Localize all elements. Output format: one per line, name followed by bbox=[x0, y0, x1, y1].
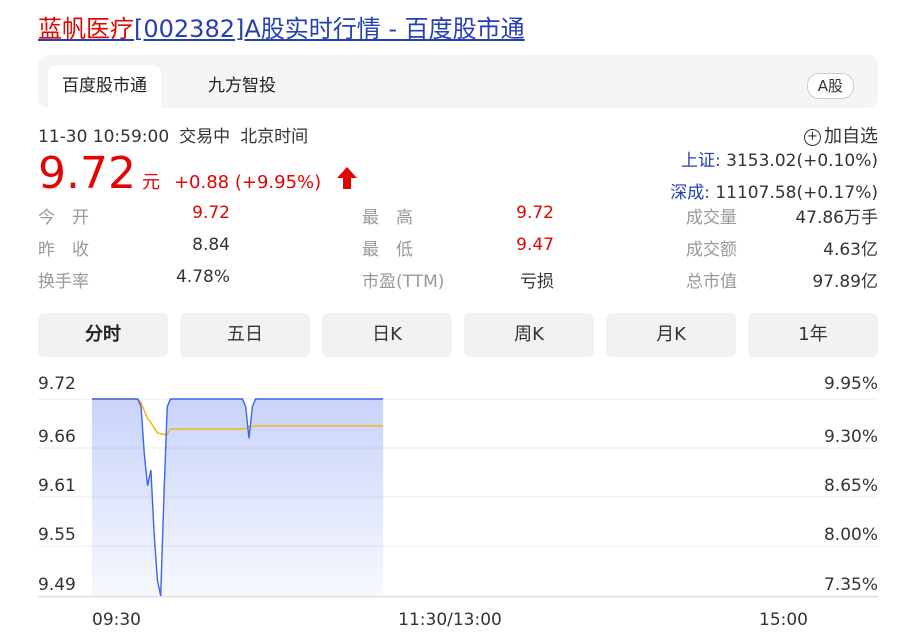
quote-datetime: 11-30 10:59:00 bbox=[38, 127, 170, 147]
intraday-chart[interactable]: 9.72 9.95% 9.66 9.30% 9.61 8.65% 9.55 8.00% 9.49… bbox=[0, 362, 916, 643]
y-tick-label-right: 8.00% bbox=[824, 525, 878, 545]
index-shenzhen-label: 深成: bbox=[670, 183, 710, 203]
stat-value: 9.72 bbox=[192, 203, 230, 223]
current-price: 9.72 bbox=[38, 148, 136, 199]
y-tick-label-left: 9.72 bbox=[38, 374, 76, 394]
tab-jiufang-zhitou[interactable]: 九方智投 bbox=[194, 65, 290, 108]
price-unit: 元 bbox=[141, 172, 160, 193]
y-tick-label-left: 9.66 bbox=[38, 427, 76, 447]
plus-circle-icon: + bbox=[804, 129, 821, 146]
y-tick-label-right: 7.35% bbox=[824, 575, 878, 595]
stat-value: 8.84 bbox=[192, 235, 230, 255]
x-tick-label: 15:00 bbox=[759, 610, 808, 630]
period-tab[interactable]: 1年 bbox=[748, 313, 878, 357]
stat-value: 4.63亿 bbox=[823, 240, 878, 260]
index-shenzhen[interactable]: 深成: 11107.58(+0.17%) bbox=[670, 178, 878, 203]
period-tab[interactable]: 日K bbox=[322, 313, 452, 357]
stat-value: 9.72 bbox=[516, 203, 554, 223]
y-tick-label-left: 9.55 bbox=[38, 525, 76, 545]
page-title-link[interactable]: 蓝帆医疗[002382]A股实时行情 - 百度股市通 bbox=[38, 12, 525, 46]
y-tick-label-left: 9.49 bbox=[38, 575, 76, 595]
period-tab[interactable]: 五日 bbox=[180, 313, 310, 357]
tab-baidu-gushitong[interactable]: 百度股市通 bbox=[48, 65, 161, 108]
x-tick-label: 11:30/13:00 bbox=[398, 610, 502, 630]
index-shanghai-value: 3153.02(+0.10%) bbox=[726, 151, 878, 171]
price-change: +0.88 (+9.95%) bbox=[173, 172, 322, 193]
time-zone: 北京时间 bbox=[240, 127, 309, 147]
stat-value: 9.47 bbox=[516, 235, 554, 255]
y-tick-label-right: 9.95% bbox=[824, 374, 878, 394]
period-tab[interactable]: 周K bbox=[464, 313, 594, 357]
source-tab-bar: 百度股市通 九方智投 A股 bbox=[38, 55, 878, 108]
title-rest: [002382]A股实时行情 - 百度股市通 bbox=[134, 15, 525, 43]
add-watchlist-button[interactable]: + 加自选 bbox=[804, 122, 878, 148]
price-row: 9.72 元 +0.88 (+9.95%) bbox=[38, 148, 358, 200]
y-tick-label-right: 8.65% bbox=[824, 476, 878, 496]
stat-value: 47.86万手 bbox=[795, 208, 878, 228]
add-watchlist-label: 加自选 bbox=[824, 126, 878, 147]
index-shanghai[interactable]: 上证: 3153.02(+0.10%) bbox=[681, 146, 878, 171]
index-shenzhen-value: 11107.58(+0.17%) bbox=[715, 183, 878, 203]
y-tick-label-left: 9.61 bbox=[38, 476, 76, 496]
period-tab[interactable]: 分时 bbox=[38, 313, 168, 357]
index-shanghai-label: 上证: bbox=[681, 151, 721, 171]
market-badge: A股 bbox=[806, 73, 854, 99]
y-tick-label-right: 9.30% bbox=[824, 427, 878, 447]
trading-state: 交易中 bbox=[179, 127, 231, 147]
arrow-up-icon bbox=[337, 167, 358, 189]
stat-value: 4.78% bbox=[175, 267, 230, 287]
trading-status: 11-30 10:59:00 交易中 北京时间 bbox=[38, 122, 318, 147]
x-tick-label: 09:30 bbox=[92, 610, 141, 630]
stock-name: 蓝帆医疗 bbox=[38, 15, 134, 43]
stat-value: 亏损 bbox=[520, 272, 554, 292]
stat-value: 97.89亿 bbox=[812, 272, 878, 292]
period-tab[interactable]: 月K bbox=[606, 313, 736, 357]
